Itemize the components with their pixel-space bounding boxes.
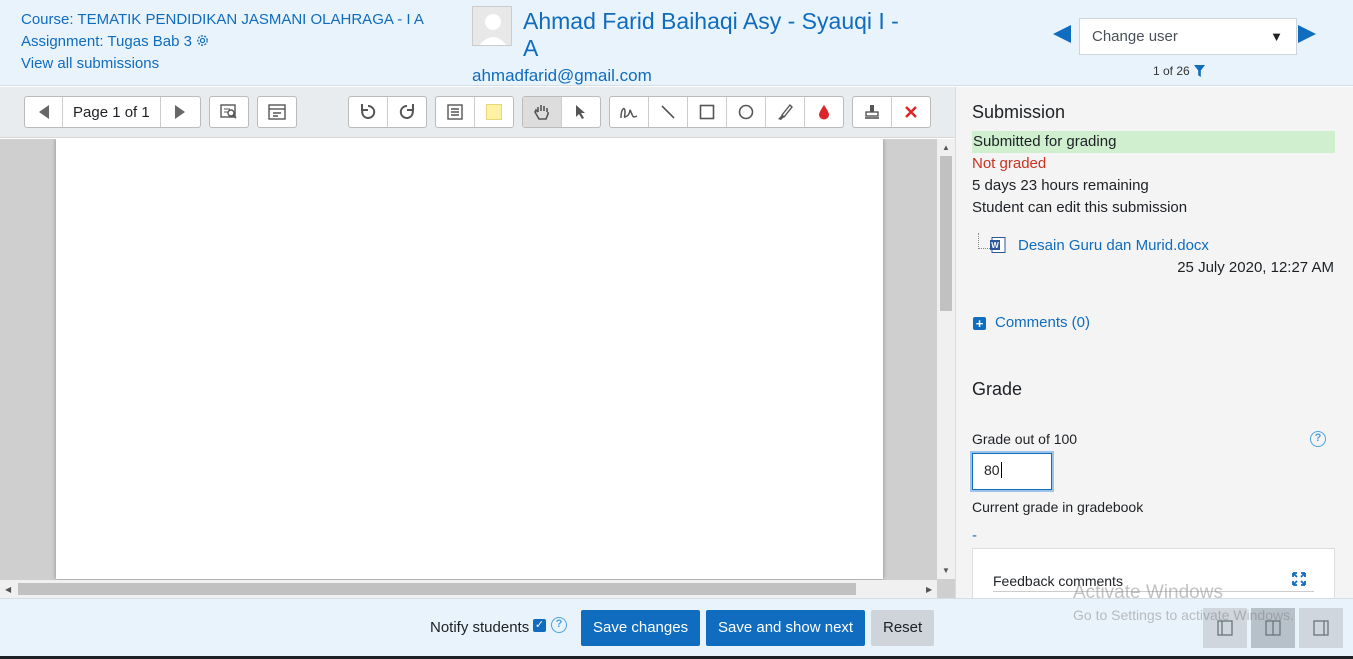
save-and-show-next-button[interactable]: Save and show next [706,610,866,646]
plus-icon: + [973,317,986,330]
next-page-icon[interactable] [161,97,199,127]
user-count: 1 of 26 [1153,64,1205,80]
comment-color-icon[interactable] [475,97,513,127]
grade-heading: Grade [972,379,1023,399]
notify-students-label: Notify students [430,619,530,636]
change-user-label: Change user [1092,28,1178,45]
select-mode-group [522,96,601,128]
comment-tool-icon[interactable] [436,97,475,127]
windows-watermark-title: Activate Windows [1073,582,1223,603]
document-viewer[interactable]: ▲ ▼ ◀ ▶ [0,139,955,598]
search-comments-icon[interactable] [210,97,248,127]
user-name-link[interactable]: Ahmad Farid Baihaqi Asy - Syauqi I - A [523,8,903,62]
notify-help-icon[interactable]: ? [551,617,567,633]
hand-pan-icon[interactable] [523,97,562,127]
color-drop-icon[interactable] [805,97,843,127]
grade-value: 80 [984,462,1000,478]
pointer-select-icon[interactable] [562,97,600,127]
tree-line [978,233,990,249]
user-count-label: 1 of 26 [1153,64,1190,78]
rotate-right-icon[interactable] [388,97,426,127]
current-grade-link[interactable]: - [972,527,977,544]
line-tool-icon[interactable] [649,97,688,127]
notify-students-checkbox[interactable]: ✓ [533,619,546,632]
scroll-left-arrow-icon[interactable]: ◀ [5,585,11,594]
expand-comments-icon[interactable] [258,97,296,127]
expand-comments-group [257,96,297,128]
page-navigation-group: Page 1 of 1 [24,96,201,128]
next-user-arrow-icon[interactable] [1298,25,1316,43]
comment-group [435,96,514,128]
comments-toggle[interactable]: + Comments (0) [973,314,1090,331]
windows-watermark-subtitle: Go to Settings to activate Windows. [1073,607,1294,623]
edit-note: Student can edit this submission [972,199,1188,216]
vertical-scroll-thumb[interactable] [940,156,952,311]
layout-collapse-grade-button[interactable] [1299,608,1343,648]
text-cursor [1000,462,1002,478]
change-user-select[interactable]: Change user ▼ [1079,18,1297,55]
comments-label: Comments (0) [995,314,1091,331]
course-link[interactable]: Course: TEMATIK PENDIDIKAN JASMANI OLAHR… [21,11,424,28]
avatar [472,6,512,46]
horizontal-scroll-thumb[interactable] [18,583,856,595]
stamp-tool-icon[interactable] [853,97,892,127]
grading-status: Not graded [972,155,1047,172]
highlighter-tool-icon[interactable] [766,97,805,127]
page-label: Page 1 of 1 [73,103,150,121]
submission-heading: Submission [972,102,1066,122]
reset-button[interactable]: Reset [871,610,935,646]
page-select[interactable]: Page 1 of 1 [63,97,161,127]
svg-text:W: W [991,241,999,250]
grader-header: Course: TEMATIK PENDIDIKAN JASMANI OLAHR… [0,0,1353,86]
document-page[interactable] [56,139,883,579]
filter-icon[interactable] [1193,65,1205,80]
help-icon[interactable]: ? [1310,431,1326,447]
current-grade-label: Current grade in gradebook [972,499,1144,515]
grade-label: Grade out of 100 [972,431,1078,447]
grade-input[interactable]: 80 [972,453,1052,490]
rotate-left-icon[interactable] [349,97,388,127]
caret-down-icon: ▼ [1270,29,1283,44]
scroll-down-arrow-icon[interactable]: ▼ [942,566,950,575]
rotate-group [348,96,427,128]
fullscreen-expand-icon[interactable] [1292,572,1306,590]
rectangle-tool-icon[interactable] [688,97,727,127]
view-all-submissions-link[interactable]: View all submissions [21,55,159,72]
grading-panel[interactable]: Submission Submitted for grading Not gra… [955,87,1353,598]
file-date: 25 July 2020, 12:27 AM [1177,259,1334,276]
scroll-right-arrow-icon[interactable]: ▶ [926,585,932,594]
course-info: Course: TEMATIK PENDIDIKAN JASMANI OLAHR… [21,9,424,75]
gear-icon[interactable] [195,33,210,48]
annotation-toolbar: Page 1 of 1 [0,87,955,138]
stamp-delete-group [852,96,931,128]
previous-user-arrow-icon[interactable] [1053,25,1071,43]
oval-tool-icon[interactable] [727,97,766,127]
submission-status: Submitted for grading [972,131,1335,153]
scroll-up-arrow-icon[interactable]: ▲ [942,143,950,152]
search-comments-group [209,96,249,128]
file-link[interactable]: Desain Guru dan Murid.docx [1018,237,1209,254]
drawing-tools-group [609,96,844,128]
delete-annotation-icon[interactable] [892,97,930,127]
pen-tool-icon[interactable] [610,97,649,127]
assignment-link[interactable]: Assignment: Tugas Bab 3 [21,33,192,50]
save-changes-button[interactable]: Save changes [581,610,701,646]
time-remaining: 5 days 23 hours remaining [972,177,1149,194]
previous-page-icon[interactable] [25,97,63,127]
user-email-link[interactable]: ahmadfarid@gmail.com [472,66,652,86]
word-document-icon: W [990,237,1006,253]
